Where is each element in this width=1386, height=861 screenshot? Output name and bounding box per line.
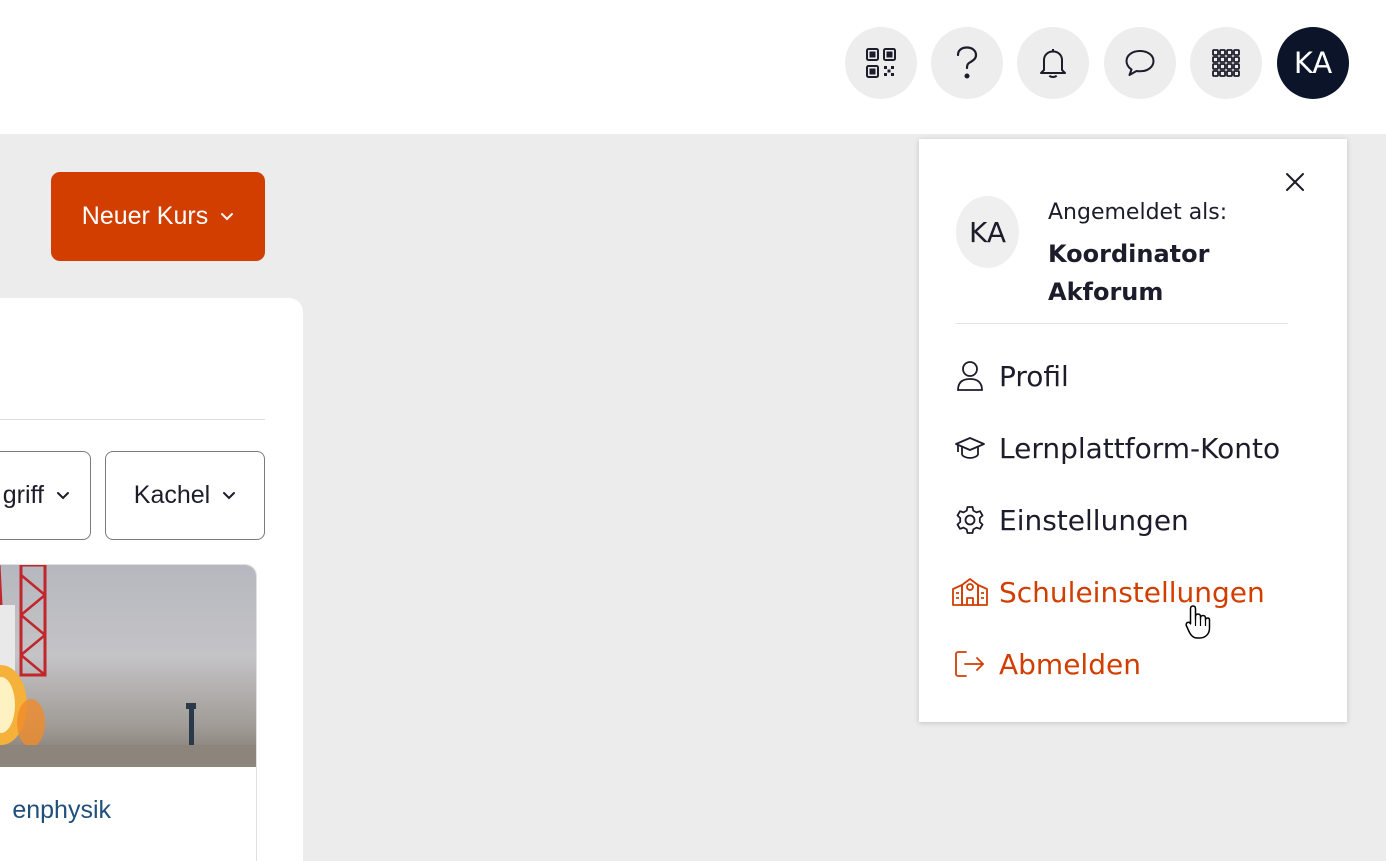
top-bar [0, 0, 1386, 134]
menu-item-settings[interactable]: Einstellungen [950, 495, 1330, 545]
access-filter-label: griff [2, 481, 44, 509]
help-icon [956, 46, 978, 79]
menu-item-label: Schuleinstellungen [999, 575, 1265, 609]
close-menu-button[interactable] [1279, 166, 1311, 198]
user-avatar-button[interactable]: KA [1277, 27, 1349, 99]
chevron-down-icon [221, 213, 234, 221]
menu-item-logout[interactable]: Abmelden [950, 639, 1330, 689]
course-card-title[interactable]: enphysik [0, 796, 256, 825]
close-icon [1286, 173, 1304, 191]
user-icon [950, 356, 990, 396]
logout-icon [950, 644, 990, 684]
course-card-image [0, 565, 256, 767]
chevron-down-icon [57, 492, 69, 500]
panel-divider [0, 419, 265, 420]
view-mode-label: Kachel [133, 481, 211, 509]
hand-pointer-cursor-icon [1185, 605, 1211, 639]
signed-in-user-name: Koordinator Akforum [1048, 240, 1210, 306]
qr-code-button[interactable] [845, 27, 917, 99]
menu-item-label: Profil [999, 359, 1069, 393]
course-card[interactable]: enphysik [0, 564, 257, 861]
menu-item-school-settings[interactable]: Schuleinstellungen [950, 567, 1330, 617]
apps-grid-icon [1212, 49, 1240, 77]
apps-button[interactable] [1190, 27, 1262, 99]
signed-in-label: Angemeldet als: [1048, 200, 1228, 225]
menu-item-learning-platform-account[interactable]: Lernplattform-Konto [950, 423, 1330, 473]
bell-icon [1040, 49, 1066, 78]
view-mode-select[interactable]: Kachel [105, 451, 265, 540]
new-course-label: Neuer Kurs [81, 202, 209, 230]
graduation-cap-icon [950, 428, 990, 468]
qr-code-icon [866, 48, 896, 78]
menu-item-label: Einstellungen [999, 503, 1189, 537]
menu-item-label: Lernplattform-Konto [999, 431, 1281, 465]
menu-item-label: Abmelden [999, 647, 1141, 681]
menu-item-profile[interactable]: Profil [950, 351, 1330, 401]
help-button[interactable] [931, 27, 1003, 99]
gear-icon [950, 500, 990, 540]
new-course-button[interactable]: Neuer Kurs [51, 172, 265, 261]
chat-icon [1125, 50, 1155, 76]
messages-button[interactable] [1104, 27, 1176, 99]
school-building-icon [950, 572, 990, 612]
notifications-button[interactable] [1017, 27, 1089, 99]
menu-divider [955, 323, 1288, 324]
user-menu-avatar: KA [956, 196, 1019, 268]
chevron-down-icon [223, 492, 236, 500]
access-filter-select[interactable]: griff [0, 451, 91, 540]
